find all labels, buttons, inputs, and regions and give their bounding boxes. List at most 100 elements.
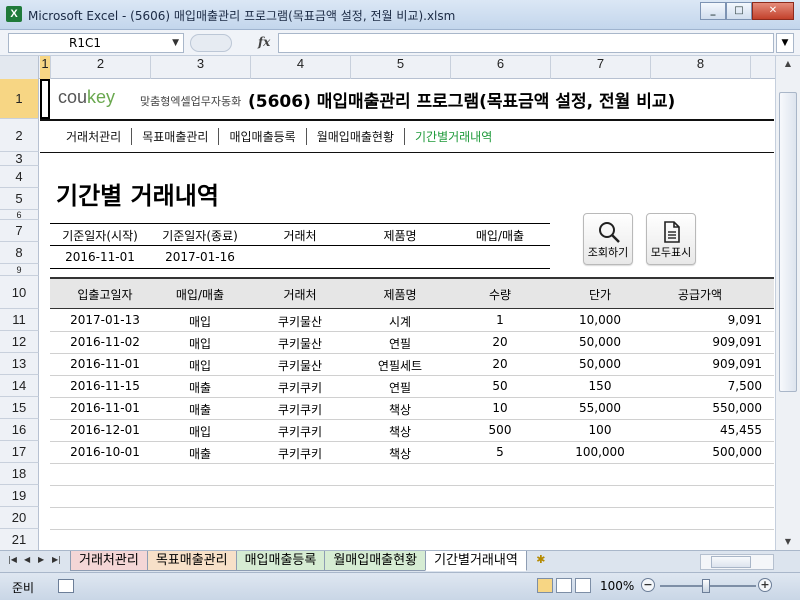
zoom-slider-thumb[interactable] — [702, 579, 710, 593]
table-row[interactable]: 2017-01-13 매입 쿠키물산 시계 1 10,000 9,091 — [50, 310, 774, 332]
table-row[interactable] — [50, 464, 774, 486]
table-row[interactable]: 2016-11-01 매출 쿠키쿠키 책상 10 55,000 550,000 — [50, 398, 774, 420]
type-field[interactable] — [450, 250, 550, 268]
row-header[interactable]: 14 — [0, 375, 39, 397]
macro-record-icon[interactable] — [58, 579, 74, 593]
table-row[interactable] — [50, 530, 774, 550]
row-header[interactable]: 20 — [0, 507, 39, 529]
row-header[interactable]: 10 — [0, 276, 39, 309]
search-button[interactable]: 조회하기 — [583, 213, 633, 265]
last-sheet-icon[interactable]: ▶| — [52, 555, 61, 564]
row-header[interactable]: 15 — [0, 397, 39, 419]
excel-app-icon[interactable]: X — [6, 6, 22, 22]
nav-item-entry[interactable]: 매입매출등록 — [219, 128, 307, 145]
scroll-up-icon[interactable]: ▲ — [779, 56, 797, 72]
vertical-scrollbar[interactable]: ▲ ▼ — [775, 56, 800, 550]
sheet-tab-bar: |◀ ◀ ▶ ▶| 거래처관리 목표매출관리 매입매출등록 월매입매출현황 기간… — [0, 550, 800, 572]
row-header[interactable]: 12 — [0, 331, 39, 353]
nav-item-monthly[interactable]: 월매입매출현황 — [307, 128, 405, 145]
column-header[interactable]: 3 — [151, 56, 251, 79]
column-header-client: 거래처 — [283, 288, 317, 302]
tab-period[interactable]: 기간별거래내역 — [425, 551, 527, 571]
client-field[interactable] — [250, 250, 350, 268]
start-date-field[interactable]: 2016-11-01 — [50, 250, 150, 264]
active-cell-cursor[interactable] — [40, 79, 50, 119]
normal-view-icon[interactable] — [537, 578, 553, 593]
scroll-down-icon[interactable]: ▼ — [779, 534, 797, 550]
minimize-button[interactable]: _ — [700, 2, 726, 20]
new-sheet-icon[interactable]: ✱ — [530, 551, 552, 569]
cell-type: 매입 — [188, 359, 212, 373]
table-row[interactable]: 2016-10-01 매출 쿠키쿠키 책상 5 100,000 500,000 — [50, 442, 774, 464]
expand-formula-bar-button[interactable]: ▼ — [776, 33, 794, 53]
table-row[interactable]: 2016-12-01 매입 쿠키쿠키 책상 500 100 45,455 — [50, 420, 774, 442]
name-box[interactable]: R1C1 ▼ — [8, 33, 184, 53]
row-header[interactable]: 5 — [0, 188, 39, 210]
nav-item-target-sales[interactable]: 목표매출관리 — [132, 128, 220, 145]
prev-sheet-icon[interactable]: ◀ — [24, 555, 30, 564]
column-header[interactable]: 2 — [51, 56, 151, 79]
row-header[interactable]: 1 — [0, 79, 39, 119]
row-header[interactable]: 18 — [0, 463, 39, 485]
column-header[interactable]: 5 — [351, 56, 451, 79]
formula-input[interactable] — [278, 33, 774, 53]
title-bar: X Microsoft Excel - (5606) 매입매출관리 프로그램(목… — [0, 0, 800, 30]
row-header[interactable]: 13 — [0, 353, 39, 375]
nav-item-client[interactable]: 거래처관리 — [54, 128, 133, 145]
column-header[interactable]: 8 — [651, 56, 751, 79]
table-row[interactable] — [50, 486, 774, 508]
cell-amount: 550,000 — [712, 401, 762, 415]
table-row[interactable] — [50, 508, 774, 530]
next-sheet-icon[interactable]: ▶ — [38, 555, 44, 564]
maximize-button[interactable]: □ — [726, 2, 752, 20]
filter-header-product: 제품명 — [383, 229, 417, 243]
chevron-down-icon[interactable]: ▼ — [172, 34, 179, 52]
row-header[interactable]: 16 — [0, 419, 39, 441]
logo-text: cou — [58, 87, 88, 107]
row-header[interactable]: 11 — [0, 309, 39, 331]
tab-client[interactable]: 거래처관리 — [70, 551, 148, 571]
nav-item-period[interactable]: 기간별거래내역 — [405, 128, 502, 145]
column-header-qty: 수량 — [488, 288, 512, 302]
select-all-corner[interactable] — [0, 56, 39, 79]
zoom-out-icon[interactable]: − — [641, 578, 655, 592]
horizontal-scroll-thumb[interactable] — [711, 556, 751, 568]
horizontal-scrollbar[interactable] — [700, 554, 774, 570]
row-header[interactable]: 21 — [0, 529, 39, 550]
show-all-button[interactable]: 모두표시 — [646, 213, 696, 265]
insert-function-icon[interactable]: fx — [258, 35, 270, 49]
first-sheet-icon[interactable]: |◀ — [8, 555, 17, 564]
column-header[interactable]: 6 — [451, 56, 551, 79]
close-button[interactable]: ✕ — [752, 2, 794, 20]
row-header[interactable]: 19 — [0, 485, 39, 507]
column-header[interactable]: 1 — [40, 56, 51, 79]
row-header[interactable]: 8 — [0, 242, 39, 264]
row-header[interactable]: 7 — [0, 220, 39, 242]
product-field[interactable] — [350, 250, 450, 268]
zoom-in-icon[interactable]: + — [758, 578, 772, 592]
page-break-preview-icon[interactable] — [575, 578, 591, 593]
divider — [50, 245, 550, 246]
row-header[interactable]: 6 — [0, 210, 39, 220]
row-header[interactable]: 4 — [0, 166, 39, 188]
scroll-thumb[interactable] — [779, 92, 797, 392]
page-layout-icon[interactable] — [556, 578, 572, 593]
column-header[interactable]: 4 — [251, 56, 351, 79]
table-row[interactable]: 2016-11-02 매입 쿠키물산 연필 20 50,000 909,091 — [50, 332, 774, 354]
column-header-date: 입출고일자 — [77, 288, 133, 302]
row-header[interactable]: 9 — [0, 264, 39, 276]
cell-price: 10,000 — [579, 313, 621, 327]
cell-amount: 45,455 — [720, 423, 762, 437]
table-row[interactable]: 2016-11-15 매출 쿠키쿠키 연필 50 150 7,500 — [50, 376, 774, 398]
tab-target-sales[interactable]: 목표매출관리 — [146, 551, 237, 571]
table-row[interactable]: 2016-11-01 매입 쿠키물산 연필세트 20 50,000 909,091 — [50, 354, 774, 376]
zoom-level[interactable]: 100% — [600, 579, 634, 593]
page-title: 기간별 거래내역 — [56, 182, 219, 210]
row-header[interactable]: 2 — [0, 119, 39, 152]
end-date-field[interactable]: 2017-01-16 — [150, 250, 250, 264]
row-header[interactable]: 3 — [0, 151, 39, 166]
tab-monthly[interactable]: 월매입매출현황 — [324, 551, 427, 571]
tab-entry[interactable]: 매입매출등록 — [235, 551, 326, 571]
row-header[interactable]: 17 — [0, 441, 39, 463]
column-header[interactable]: 7 — [551, 56, 651, 79]
